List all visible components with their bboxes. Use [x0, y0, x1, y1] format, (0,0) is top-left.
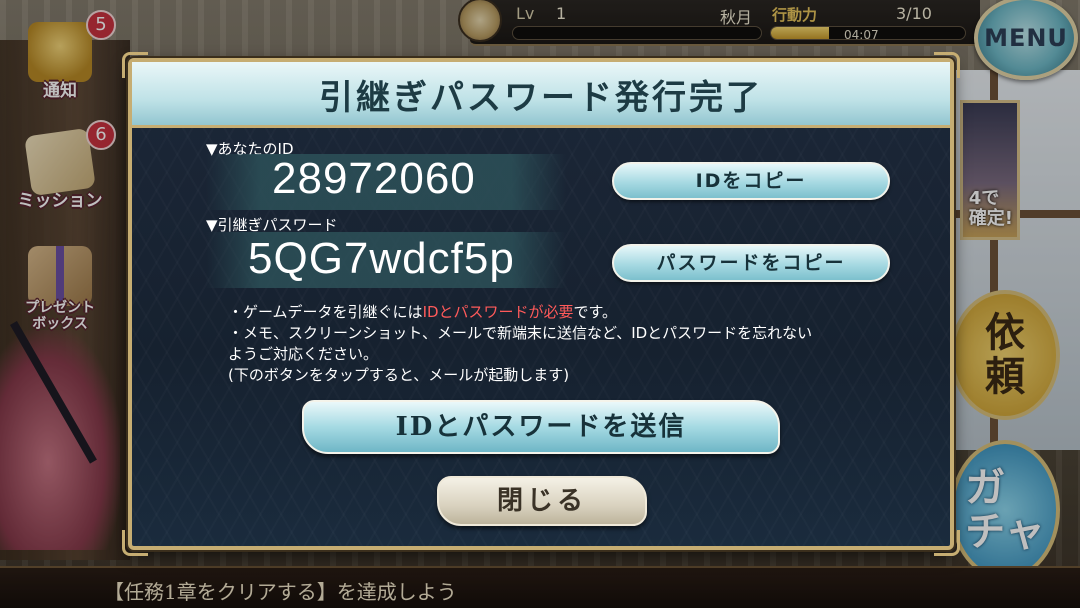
copy-password-button[interactable]: パスワードをコピー — [612, 244, 890, 282]
note-line-1-suffix: です。 — [573, 303, 618, 321]
id-value: 28972060 — [272, 154, 476, 203]
password-value: 5QG7wdcf5p — [248, 234, 515, 283]
frame-corner — [122, 530, 148, 556]
close-button[interactable]: 閉じる — [437, 476, 647, 526]
send-id-password-button[interactable]: IDとパスワードを送信 — [302, 400, 780, 454]
dialog-title-bar: 引継ぎパスワード発行完了 — [132, 62, 950, 128]
note-line-1: ・ゲームデータを引継ぐにはIDとパスワードが必要です。 — [228, 302, 908, 323]
note-line-4: (下のボタンをタップすると、メールが起動します) — [228, 366, 570, 384]
note-line-2: ・メモ、スクリーンショット、メールで新端末に送信など、IDとパスワードを忘れない — [228, 324, 813, 342]
note-line-3: ようご対応ください。 — [228, 345, 379, 363]
copy-id-button[interactable]: IDをコピー — [612, 162, 890, 200]
dialog-title: 引継ぎパスワード発行完了 — [319, 78, 763, 118]
note-line-1-prefix: ・ゲームデータを引継ぐには — [228, 303, 423, 321]
note-line-1-highlight: IDとパスワードが必要 — [422, 303, 574, 321]
frame-corner — [934, 530, 960, 556]
instructions-text: ・ゲームデータを引継ぐにはIDとパスワードが必要です。 ・メモ、スクリーンショッ… — [228, 302, 908, 386]
transfer-password-dialog: 引継ぎパスワード発行完了 ▼あなたのID 28972060 IDをコピー ▼引継… — [122, 52, 960, 556]
